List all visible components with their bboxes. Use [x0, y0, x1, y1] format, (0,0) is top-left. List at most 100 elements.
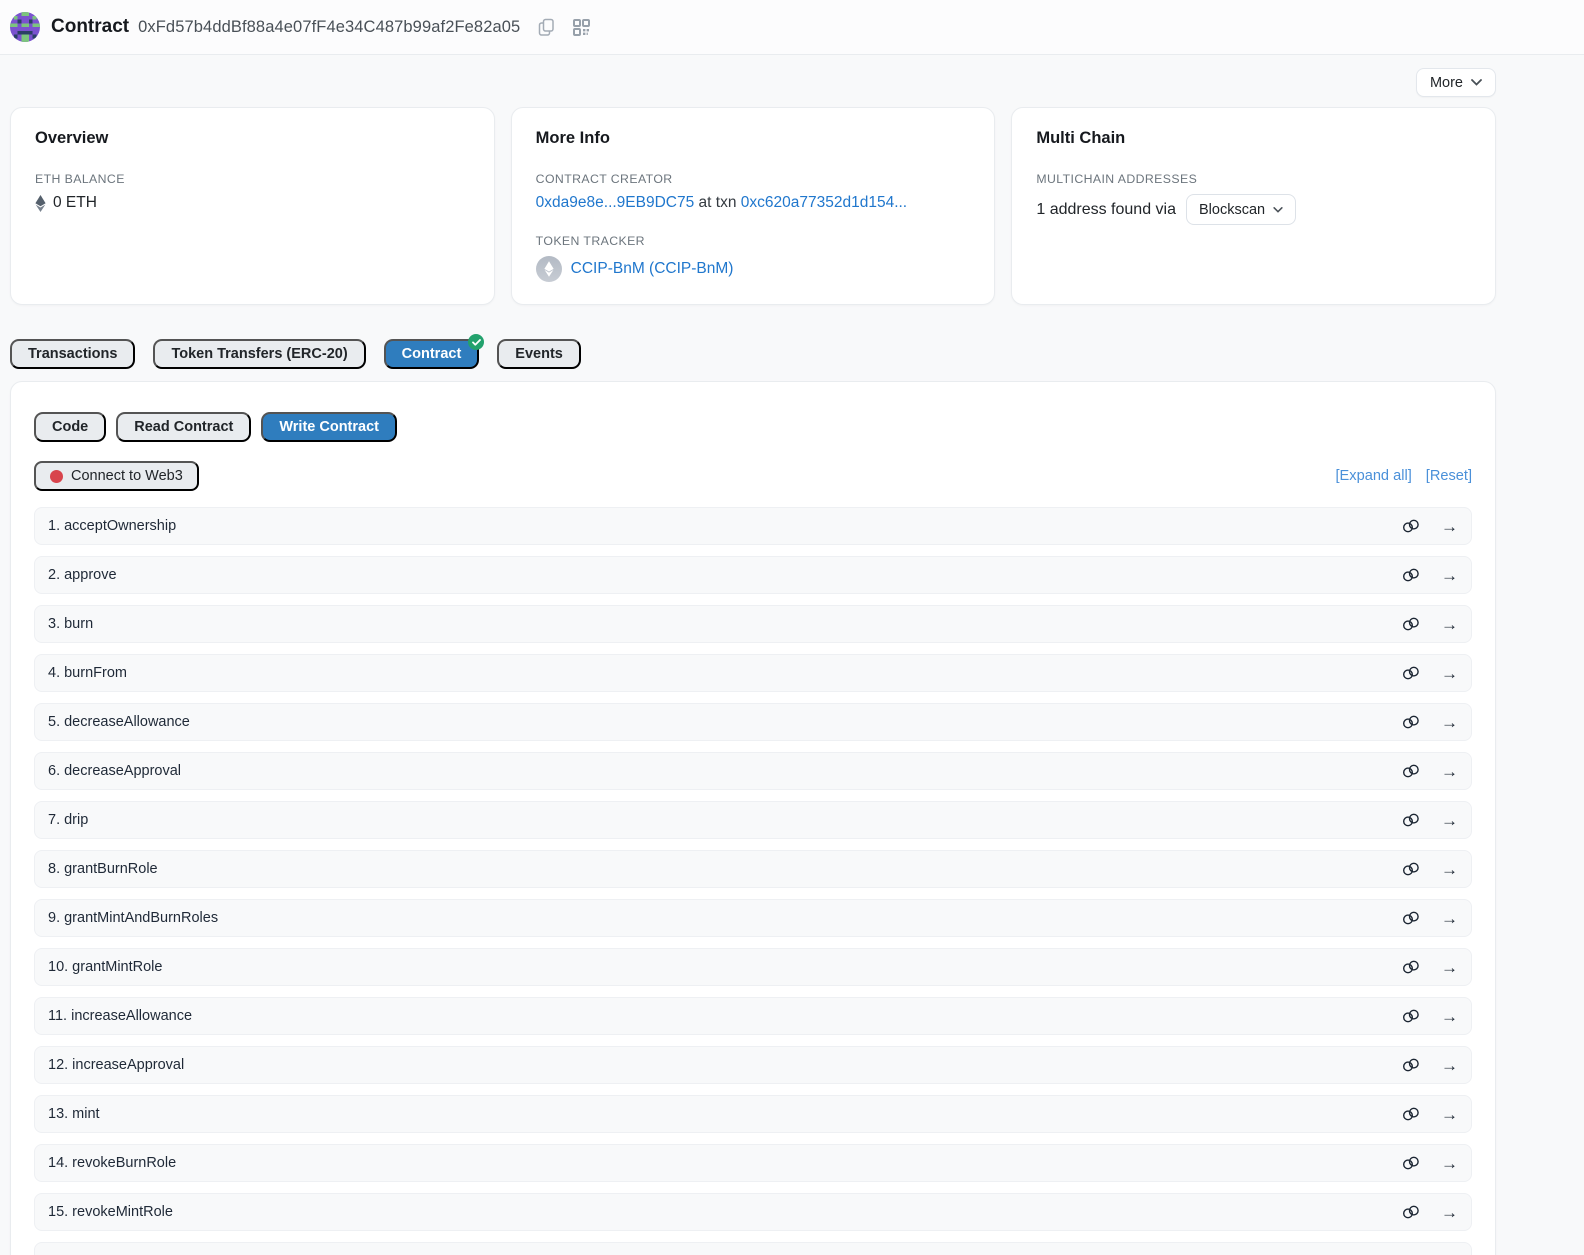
permalink-rings-icon[interactable] — [1402, 1156, 1420, 1170]
permalink-rings-icon[interactable] — [1402, 1205, 1420, 1219]
main-tab[interactable]: Transactions — [10, 339, 135, 369]
creator-txn-link[interactable]: 0xc620a77352d1d154... — [741, 194, 907, 211]
multi-chain-card: Multi Chain MULTICHAIN ADDRESSES 1 addre… — [1011, 107, 1496, 305]
expand-arrow-icon[interactable]: → — [1441, 567, 1458, 584]
function-row-label: 13. mint — [48, 1106, 100, 1122]
contract-panel: Code Read Contract Write Contract Connec… — [10, 381, 1496, 1255]
more-info-card: More Info CONTRACT CREATOR 0xda9e8e...9E… — [511, 107, 996, 305]
eth-balance-value: 0 ETH — [53, 194, 97, 212]
expand-arrow-icon[interactable]: → — [1441, 1106, 1458, 1123]
contract-subtab[interactable]: Write Contract — [261, 412, 397, 442]
function-row[interactable]: 6. decreaseApproval → — [34, 752, 1472, 790]
permalink-rings-icon[interactable] — [1402, 911, 1420, 925]
function-row-label: 6. decreaseApproval — [48, 763, 181, 779]
expand-arrow-icon[interactable]: → — [1441, 714, 1458, 731]
permalink-rings-icon[interactable] — [1402, 666, 1420, 680]
contract-blockie-avatar — [10, 12, 40, 42]
function-row-label: 7. drip — [48, 812, 88, 828]
main-tab[interactable]: Events — [497, 339, 581, 369]
function-row-label: 2. approve — [48, 567, 117, 583]
chevron-down-icon — [1273, 207, 1283, 213]
expand-arrow-icon[interactable]: → — [1441, 910, 1458, 927]
token-tracker-label: TOKEN TRACKER — [536, 234, 971, 248]
function-row-label: 1. acceptOwnership — [48, 518, 176, 534]
expand-arrow-icon[interactable]: → — [1441, 812, 1458, 829]
function-row[interactable]: 3. burn → — [34, 605, 1472, 643]
function-row-label: 5. decreaseAllowance — [48, 714, 190, 730]
permalink-rings-icon[interactable] — [1402, 519, 1420, 533]
permalink-rings-icon[interactable] — [1402, 862, 1420, 876]
function-row-label: 3. burn — [48, 616, 93, 632]
permalink-rings-icon[interactable] — [1402, 813, 1420, 827]
function-row-label: 14. revokeBurnRole — [48, 1155, 176, 1171]
expand-all-link[interactable]: [Expand all] — [1336, 468, 1412, 484]
main-tab-label: Token Transfers (ERC-20) — [171, 346, 347, 362]
function-row-label: 8. grantBurnRole — [48, 861, 158, 877]
token-logo-icon — [536, 256, 562, 282]
reset-link[interactable]: [Reset] — [1426, 468, 1472, 484]
main-tab[interactable]: Contract — [384, 339, 480, 369]
main-tab-bar: Transactions Token Transfers (ERC-20) Co — [10, 339, 1496, 369]
expand-arrow-icon[interactable]: → — [1441, 1057, 1458, 1074]
qr-code-icon[interactable] — [573, 19, 590, 36]
function-row[interactable]: 9. grantMintAndBurnRoles → — [34, 899, 1472, 937]
function-row-partial[interactable] — [34, 1242, 1472, 1255]
expand-arrow-icon[interactable]: → — [1441, 616, 1458, 633]
function-row[interactable]: 12. increaseApproval → — [34, 1046, 1472, 1084]
more-button[interactable]: More — [1416, 68, 1496, 97]
permalink-rings-icon[interactable] — [1402, 715, 1420, 729]
function-row[interactable]: 4. burnFrom → — [34, 654, 1472, 692]
contract-subtab-label: Write Contract — [279, 419, 379, 435]
contract-subtab[interactable]: Read Contract — [116, 412, 251, 442]
copy-address-icon[interactable] — [538, 18, 555, 36]
blockscan-dropdown[interactable]: Blockscan — [1186, 194, 1296, 225]
contract-subtab[interactable]: Code — [34, 412, 106, 442]
token-tracker-link[interactable]: CCIP-BnM (CCIP-BnM) — [571, 260, 734, 278]
function-row[interactable]: 7. drip → — [34, 801, 1472, 839]
expand-arrow-icon[interactable]: → — [1441, 1155, 1458, 1172]
overview-card-title: Overview — [35, 129, 470, 148]
function-row[interactable]: 15. revokeMintRole → — [34, 1193, 1472, 1231]
permalink-rings-icon[interactable] — [1402, 617, 1420, 631]
main-tab[interactable]: Token Transfers (ERC-20) — [153, 339, 365, 369]
contract-subtab-label: Read Contract — [134, 419, 233, 435]
contract-subtab-bar: Code Read Contract Write Contract — [34, 412, 1472, 442]
contract-subtab-label: Code — [52, 419, 88, 435]
permalink-rings-icon[interactable] — [1402, 1058, 1420, 1072]
function-row[interactable]: 14. revokeBurnRole → — [34, 1144, 1472, 1182]
contract-creator-label: CONTRACT CREATOR — [536, 172, 971, 186]
permalink-rings-icon[interactable] — [1402, 764, 1420, 778]
function-row[interactable]: 13. mint → — [34, 1095, 1472, 1133]
main-tab-label: Events — [515, 346, 563, 362]
expand-arrow-icon[interactable]: → — [1441, 518, 1458, 535]
function-row[interactable]: 5. decreaseAllowance → — [34, 703, 1472, 741]
expand-arrow-icon[interactable]: → — [1441, 861, 1458, 878]
expand-arrow-icon[interactable]: → — [1441, 665, 1458, 682]
write-function-list: 1. acceptOwnership → — [34, 507, 1472, 1231]
permalink-rings-icon[interactable] — [1402, 960, 1420, 974]
function-row[interactable]: 1. acceptOwnership → — [34, 507, 1472, 545]
blockscan-dropdown-label: Blockscan — [1199, 202, 1265, 218]
function-row-label: 12. increaseApproval — [48, 1057, 184, 1073]
function-row[interactable]: 8. grantBurnRole → — [34, 850, 1472, 888]
expand-arrow-icon[interactable]: → — [1441, 1008, 1458, 1025]
expand-arrow-icon[interactable]: → — [1441, 1204, 1458, 1221]
function-row[interactable]: 2. approve → — [34, 556, 1472, 594]
contract-address: 0xFd57b4ddBf88a4e07fF4e34C487b99af2Fe82a… — [138, 18, 520, 37]
eth-balance-label: ETH BALANCE — [35, 172, 470, 186]
connect-to-web3-label: Connect to Web3 — [71, 468, 183, 484]
permalink-rings-icon[interactable] — [1402, 1009, 1420, 1023]
function-row[interactable]: 10. grantMintRole → — [34, 948, 1472, 986]
expand-arrow-icon[interactable]: → — [1441, 959, 1458, 976]
expand-arrow-icon[interactable]: → — [1441, 763, 1458, 780]
more-button-label: More — [1430, 75, 1463, 91]
contract-header: Contract 0xFd57b4ddBf88a4e07fF4e34C487b9… — [0, 0, 1584, 55]
connection-status-dot-icon — [50, 470, 63, 483]
function-row-label: 11. increaseAllowance — [48, 1008, 192, 1024]
permalink-rings-icon[interactable] — [1402, 1107, 1420, 1121]
more-info-card-title: More Info — [536, 129, 971, 148]
permalink-rings-icon[interactable] — [1402, 568, 1420, 582]
connect-to-web3-button[interactable]: Connect to Web3 — [34, 461, 199, 491]
creator-address-link[interactable]: 0xda9e8e...9EB9DC75 — [536, 194, 695, 211]
function-row[interactable]: 11. increaseAllowance → — [34, 997, 1472, 1035]
